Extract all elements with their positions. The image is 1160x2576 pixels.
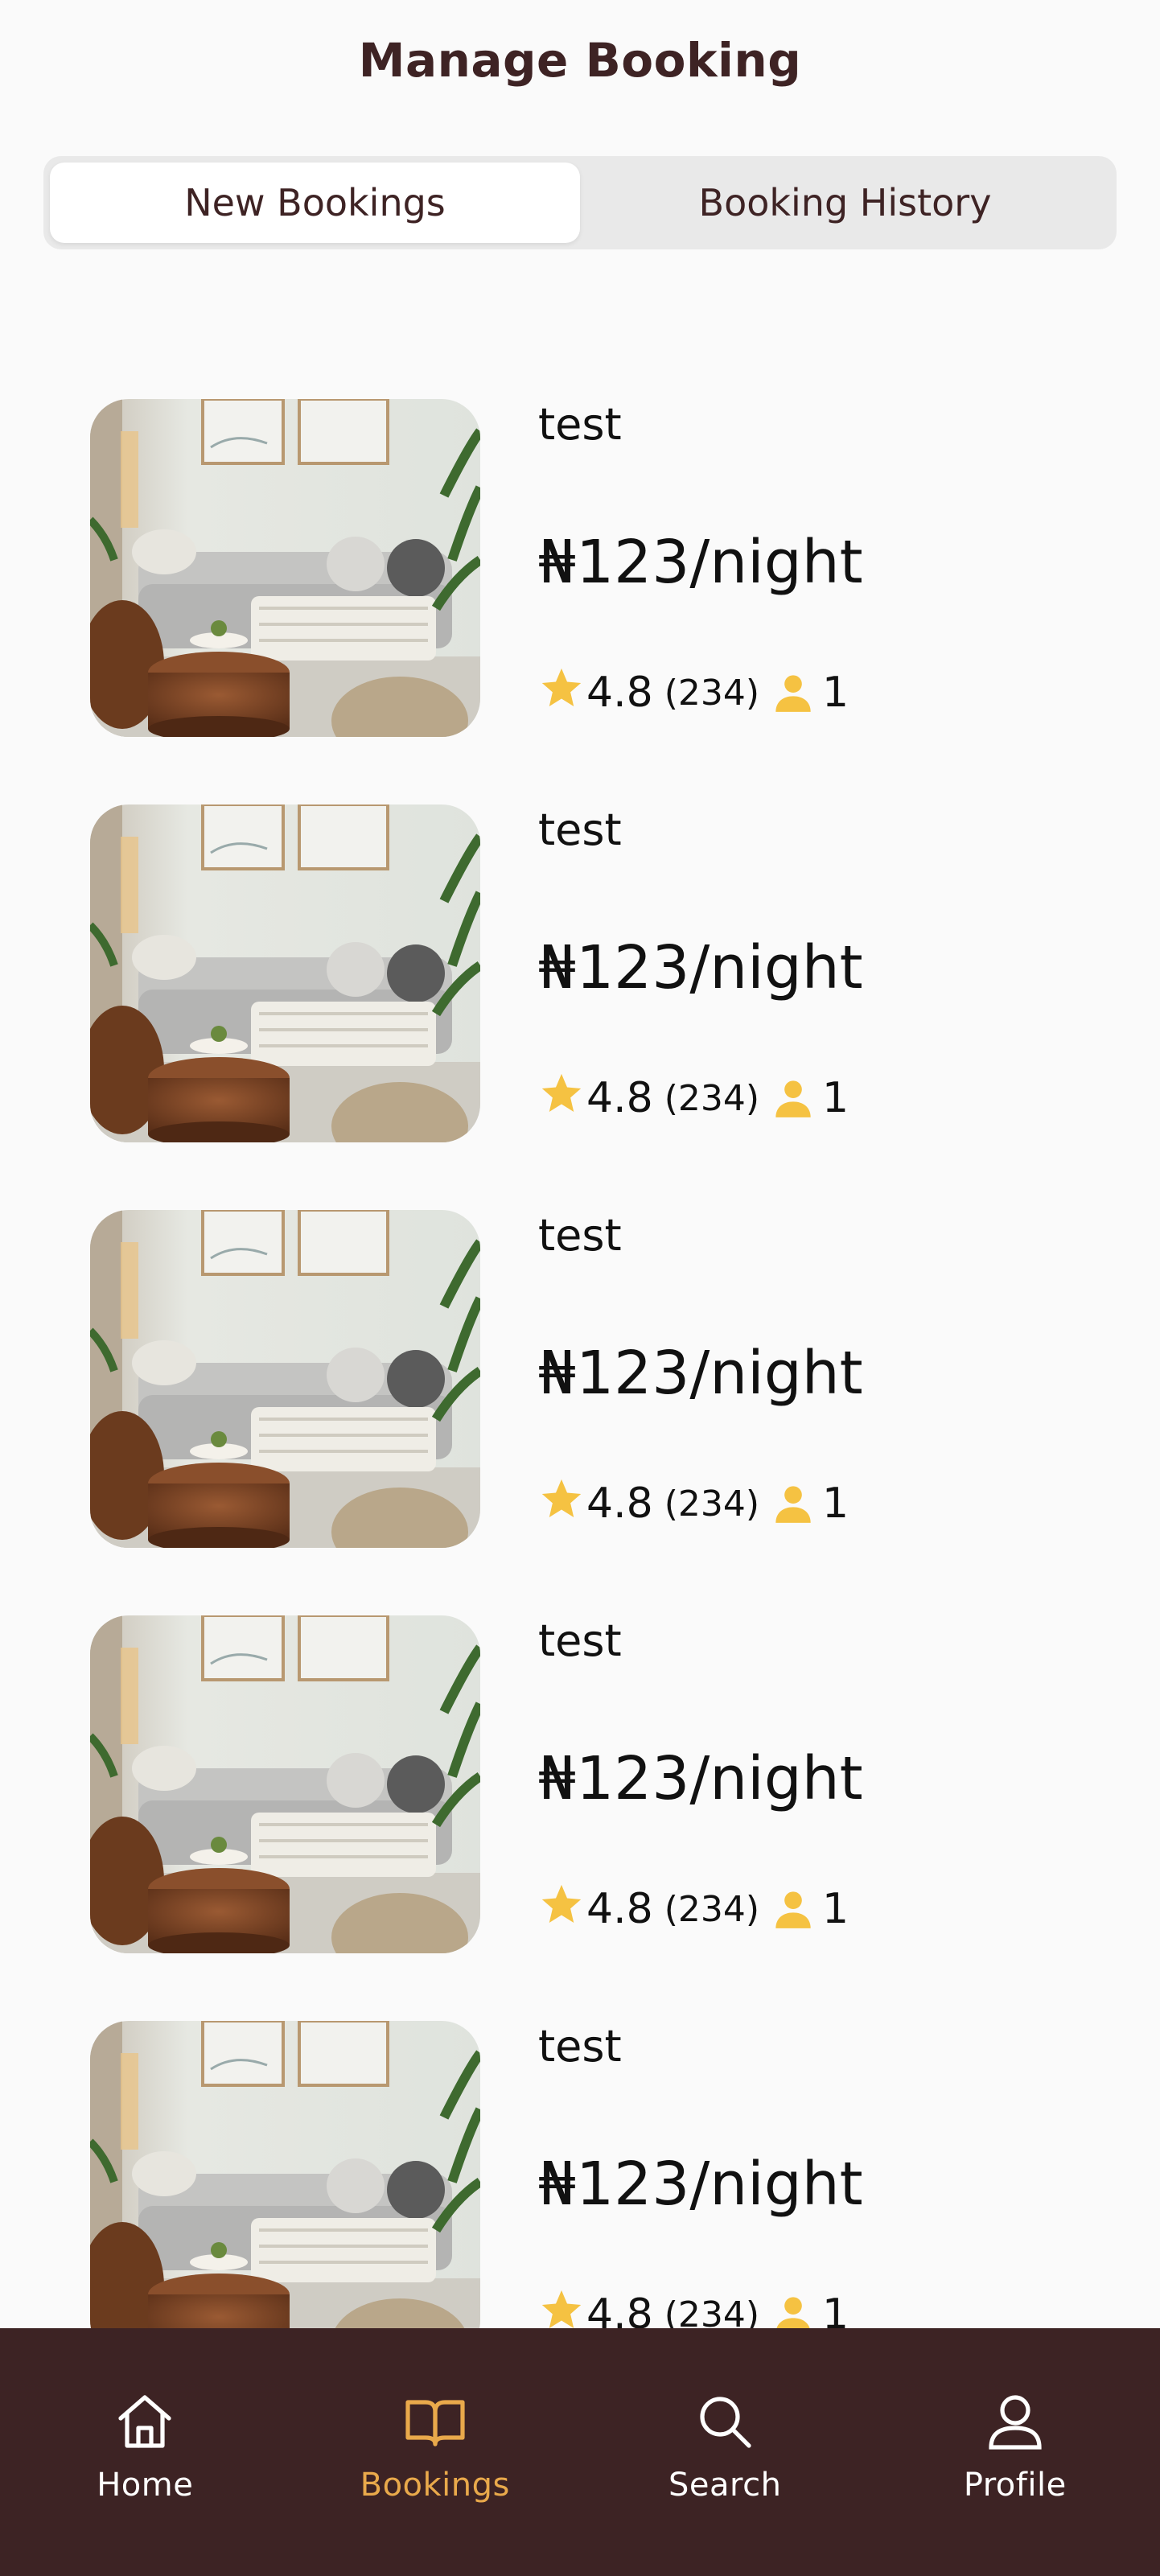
listing-photo	[90, 1615, 480, 1953]
star-icon	[541, 1073, 582, 1112]
listing-photo	[90, 804, 480, 1142]
person-icon	[775, 1891, 811, 1928]
listing-meta: 4.8 (234) 1	[538, 1881, 849, 1937]
review-count: (234)	[664, 2294, 760, 2331]
nav-item-home[interactable]: Home	[0, 2328, 290, 2576]
nav-item-search[interactable]: Search	[580, 2328, 870, 2576]
person-icon	[775, 675, 811, 712]
rating-value: 4.8	[586, 1885, 653, 1933]
review-count: (234)	[664, 1077, 760, 1119]
guest-count: 1	[822, 1074, 849, 1122]
listing-title: test	[538, 1615, 622, 1666]
guest-count: 1	[822, 1885, 849, 1933]
nav-label-bookings: Bookings	[360, 2467, 510, 2504]
bottom-nav: Home Bookings Search Profile	[0, 2328, 1160, 2576]
user-icon	[989, 2395, 1042, 2450]
person-icon	[775, 1486, 811, 1523]
listing-meta: 4.8 (234) 1	[538, 665, 849, 721]
listing-meta: 4.8 (234) 1	[538, 2286, 849, 2330]
listing-title: test	[538, 804, 622, 855]
nav-item-profile[interactable]: Profile	[870, 2328, 1160, 2576]
listing-photo	[90, 399, 480, 737]
search-icon	[700, 2397, 751, 2448]
booking-list[interactable]: test ₦123/night 4.8 (234) 1 test ₦123/ni…	[0, 399, 1160, 2330]
listing-price: ₦123/night	[538, 2150, 863, 2219]
listing-photo	[90, 1210, 480, 1548]
booking-card[interactable]: test ₦123/night 4.8 (234) 1	[90, 399, 1096, 737]
listing-photo	[90, 2021, 480, 2330]
star-icon	[541, 668, 582, 706]
review-count: (234)	[664, 672, 760, 714]
listing-meta: 4.8 (234) 1	[538, 1070, 849, 1126]
rating-value: 4.8	[586, 1074, 653, 1122]
star-icon	[541, 1884, 582, 1923]
listing-price: ₦123/night	[538, 1744, 863, 1813]
tab-new-bookings[interactable]: New Bookings	[50, 163, 580, 243]
rating-value: 4.8	[586, 669, 653, 717]
tab-booking-history[interactable]: Booking History	[580, 163, 1110, 243]
rating-value: 4.8	[586, 2290, 653, 2330]
person-icon	[775, 1080, 811, 1117]
nav-item-bookings[interactable]: Bookings	[290, 2328, 581, 2576]
nav-label-profile: Profile	[963, 2467, 1067, 2504]
page-title: Manage Booking	[358, 33, 802, 88]
home-icon	[118, 2395, 171, 2448]
star-icon	[541, 2290, 582, 2328]
listing-title: test	[538, 1210, 622, 1261]
rating-value: 4.8	[586, 1479, 653, 1528]
review-count: (234)	[664, 1483, 760, 1525]
booking-card[interactable]: test ₦123/night 4.8 (234) 1	[90, 1210, 1096, 1548]
app-header: Manage Booking	[0, 0, 1160, 121]
guest-count: 1	[822, 669, 849, 717]
booking-card[interactable]: test ₦123/night 4.8 (234) 1	[90, 804, 1096, 1142]
listing-price: ₦123/night	[538, 1339, 863, 1408]
listing-meta: 4.8 (234) 1	[538, 1475, 849, 1532]
person-icon	[775, 2297, 811, 2330]
listing-price: ₦123/night	[538, 933, 863, 1002]
booking-tabs: New Bookings Booking History	[43, 156, 1117, 249]
listing-title: test	[538, 2021, 622, 2072]
star-icon	[541, 1479, 582, 1517]
review-count: (234)	[664, 1888, 760, 1930]
nav-label-home: Home	[97, 2467, 194, 2504]
listing-price: ₦123/night	[538, 528, 863, 597]
listing-title: test	[538, 399, 622, 450]
booking-card[interactable]: test ₦123/night 4.8 (234) 1	[90, 2021, 1096, 2330]
nav-label-search: Search	[668, 2467, 782, 2504]
book-icon	[405, 2400, 465, 2446]
guest-count: 1	[822, 2290, 849, 2330]
guest-count: 1	[822, 1479, 849, 1528]
booking-card[interactable]: test ₦123/night 4.8 (234) 1	[90, 1615, 1096, 1953]
